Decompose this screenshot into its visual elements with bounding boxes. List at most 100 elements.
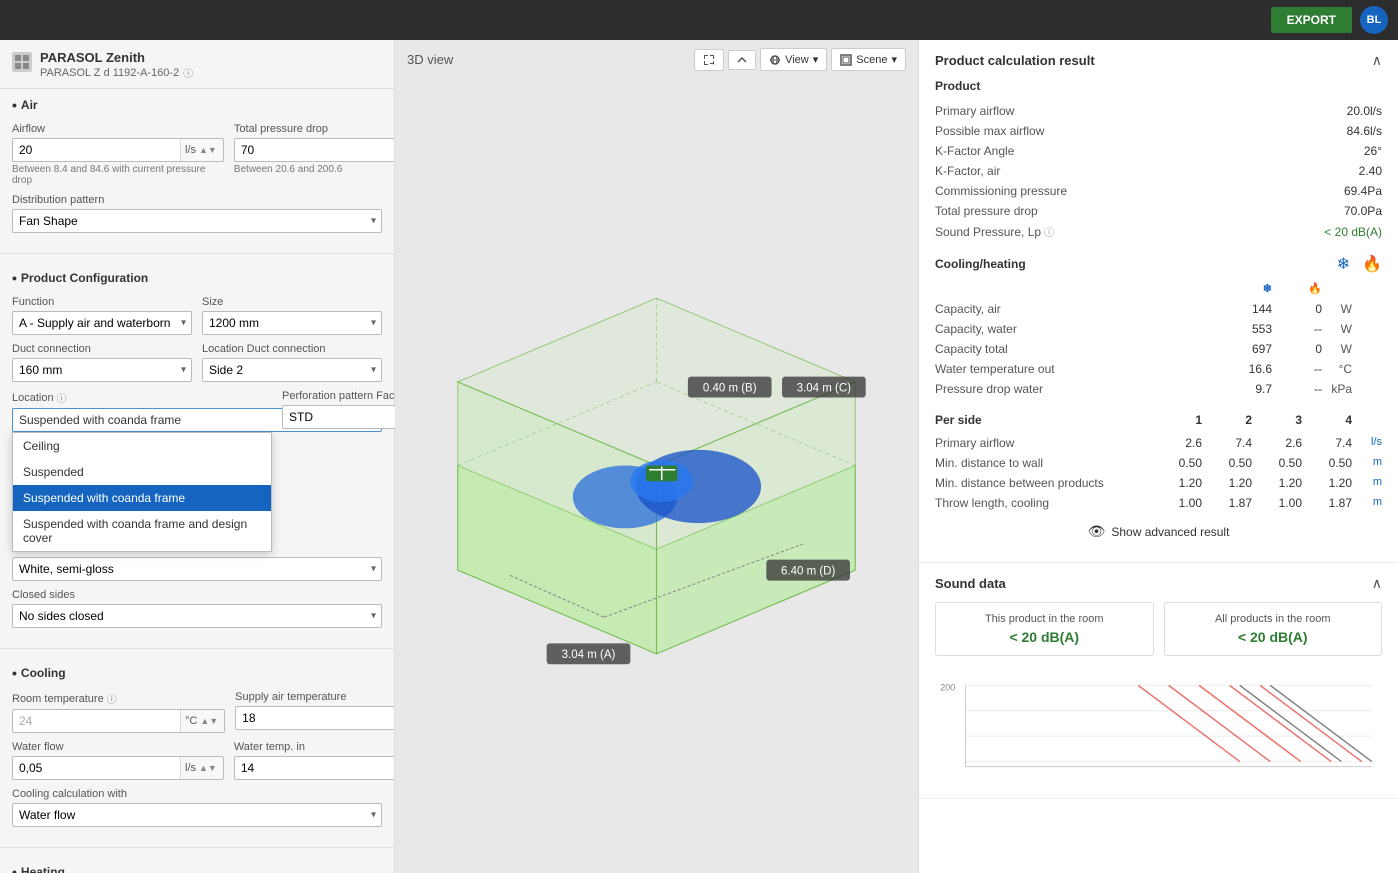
duct-select[interactable]: 160 mm xyxy=(12,358,192,382)
airflow-spinner[interactable]: ▲▼ xyxy=(197,143,219,157)
config-section-header[interactable]: • Product Configuration xyxy=(12,270,382,286)
per-side-col4: 4 xyxy=(1302,413,1352,427)
pressure-input[interactable]: 70 Pa ▲▼ xyxy=(234,138,395,162)
collapse-3d-button[interactable] xyxy=(728,50,756,70)
location-option-suspended-coanda-design[interactable]: Suspended with coanda frame and design c… xyxy=(13,511,271,551)
user-avatar[interactable]: BL xyxy=(1360,6,1388,34)
sound-collapse-button[interactable]: ∧ xyxy=(1372,575,1382,592)
heating-section-header[interactable]: • Heating xyxy=(12,864,382,873)
water-flow-field[interactable]: 0,05 xyxy=(13,757,180,779)
ps-min-products-unit[interactable]: m xyxy=(1352,476,1382,490)
sound-pressure-value: < 20 dB(A) xyxy=(1322,225,1382,239)
ps-min-products-3: 1.20 xyxy=(1252,476,1302,490)
expand-button[interactable] xyxy=(694,49,724,71)
cooling-room-temp-group: Room temperature ⓘ 24 °C ▲▼ xyxy=(12,691,225,733)
pressure-field[interactable]: 70 xyxy=(235,139,395,161)
airflow-field[interactable]: 20 xyxy=(13,139,180,161)
view-dropdown-button[interactable]: View ▾ xyxy=(760,48,827,71)
water-flow-group: Water flow 0,05 l/s ▲▼ xyxy=(12,741,224,780)
water-temp-out-label: Water temperature out xyxy=(935,362,1222,376)
scene-dropdown-button[interactable]: Scene ▾ xyxy=(831,48,906,71)
sound-pressure-info-icon[interactable]: ⓘ xyxy=(1044,224,1054,239)
air-section-header[interactable]: • Air xyxy=(12,97,382,113)
cooling-supply-temp-input[interactable]: 18 °C ▲▼ xyxy=(235,706,395,730)
pressure-drop-water-label: Pressure drop water xyxy=(935,382,1222,396)
ps-throw-4: 1.87 xyxy=(1302,496,1352,510)
sound-data-section: Sound data ∧ This product in the room < … xyxy=(919,563,1398,799)
ps-row-throw: Throw length, cooling 1.00 1.87 1.00 1.8… xyxy=(935,493,1382,513)
distribution-select[interactable]: Fan Shape xyxy=(12,209,382,233)
capacity-air-label: Capacity, air xyxy=(935,302,1222,316)
size-label: Size xyxy=(202,296,382,308)
water-flow-spinner[interactable]: ▲▼ xyxy=(197,761,219,775)
3d-view-area[interactable]: 3.04 m (A) 0.40 m (B) 3.04 m (C) 6.40 m … xyxy=(395,79,918,873)
sound-chart-area: 200 xyxy=(935,666,1382,786)
result-row-primary-airflow: Primary airflow 20.0l/s xyxy=(935,101,1382,121)
cooling-supply-temp-field[interactable]: 18 xyxy=(236,707,395,729)
water-temp-in-label: Water temp. in xyxy=(234,741,395,753)
config-row2: Duct connection 160 mm Location Duct con… xyxy=(12,343,382,382)
closed-sides-group: Closed sides No sides closed xyxy=(12,589,382,628)
function-label: Function xyxy=(12,296,192,308)
ch-col-cool: ❄ xyxy=(1222,282,1272,295)
divider-1 xyxy=(0,253,394,254)
closed-sides-select[interactable]: No sides closed xyxy=(12,604,382,628)
cooling-bullet: • xyxy=(12,665,17,681)
function-select-wrapper: A - Supply air and waterborne xyxy=(12,311,192,335)
capacity-water-cool: 553 xyxy=(1222,322,1272,336)
result-row-kfactor-air: K-Factor, air 2.40 xyxy=(935,161,1382,181)
ps-airflow-3: 2.6 xyxy=(1252,436,1302,450)
location-duct-select[interactable]: Side 2 xyxy=(202,358,382,382)
water-flow-input[interactable]: 0,05 l/s ▲▼ xyxy=(12,756,224,780)
cooling-supply-temp-group: Supply air temperature 18 °C ▲▼ xyxy=(235,691,395,733)
size-select[interactable]: 1200 mm xyxy=(202,311,382,335)
pressure-group: Total pressure drop 70 Pa ▲▼ Between 20.… xyxy=(234,123,395,186)
calc-with-group: Cooling calculation with Water flow xyxy=(12,788,382,827)
product-info-icon[interactable]: ⓘ xyxy=(183,65,193,80)
export-button[interactable]: EXPORT xyxy=(1271,7,1352,33)
calc-with-select[interactable]: Water flow xyxy=(12,803,382,827)
cooling-room-spinner[interactable]: ▲▼ xyxy=(198,714,220,728)
function-select[interactable]: A - Supply air and waterborne xyxy=(12,311,192,335)
cooling-room-temp-field[interactable]: 24 xyxy=(13,710,180,732)
ps-throw-unit[interactable]: m xyxy=(1352,496,1382,510)
view-icon xyxy=(769,54,781,66)
ps-airflow-unit[interactable]: l/s xyxy=(1352,436,1382,450)
kfactor-angle-value: 26° xyxy=(1322,144,1382,158)
location-option-suspended-coanda[interactable]: Suspended with coanda frame xyxy=(13,485,271,511)
cooling-room-temp-input[interactable]: 24 °C ▲▼ xyxy=(12,709,225,733)
size-group: Size 1200 mm xyxy=(202,296,382,335)
scene-icon xyxy=(840,54,852,66)
cooling-room-info-icon[interactable]: ⓘ xyxy=(107,691,117,706)
water-temp-in-input[interactable]: 14 °C ▲▼ xyxy=(234,756,395,780)
ps-min-wall-unit[interactable]: m xyxy=(1352,456,1382,470)
duct-group: Duct connection 160 mm xyxy=(12,343,192,382)
cooling-supply-temp-label: Supply air temperature xyxy=(235,691,395,703)
color-select[interactable]: White, semi-gloss xyxy=(12,557,382,581)
result-section-title: Product calculation result xyxy=(935,53,1095,68)
kfactor-air-label: K-Factor, air xyxy=(935,164,1322,178)
location-option-suspended[interactable]: Suspended xyxy=(13,459,271,485)
sound-box-this-product: This product in the room < 20 dB(A) xyxy=(935,602,1154,656)
ch-row-capacity-air: Capacity, air 144 0 W xyxy=(935,299,1382,319)
show-advanced-button[interactable]: 👁 Show advanced result xyxy=(935,513,1382,550)
duct-label: Duct connection xyxy=(12,343,192,355)
result-collapse-button[interactable]: ∧ xyxy=(1372,52,1382,69)
calc-with-select-wrapper: Water flow xyxy=(12,803,382,827)
cooling-title: Cooling xyxy=(21,666,66,680)
ch-icons: ❄ 🔥 xyxy=(1337,254,1382,274)
location-option-ceiling[interactable]: Ceiling xyxy=(13,433,271,459)
location-info-icon[interactable]: ⓘ xyxy=(57,390,67,405)
water-temp-in-field[interactable]: 14 xyxy=(235,757,395,779)
product-header: PARASOL Zenith PARASOL Z d 1192-A-160-2 … xyxy=(0,40,394,89)
view-controls: View ▾ Scene ▾ xyxy=(694,48,906,71)
pressure-drop-water-cool: 9.7 xyxy=(1222,382,1272,396)
cooling-section-header[interactable]: • Cooling xyxy=(12,665,382,681)
product-subtitle: PARASOL Z d 1192-A-160-2 ⓘ xyxy=(40,65,193,80)
right-panel: Product calculation result ∧ Product Pri… xyxy=(918,40,1398,873)
air-bullet: • xyxy=(12,97,17,113)
product-subsection-title: Product xyxy=(935,79,1382,93)
airflow-input[interactable]: 20 l/s ▲▼ xyxy=(12,138,224,162)
ch-row-pressure-drop-water: Pressure drop water 9.7 -- kPa xyxy=(935,379,1382,399)
perforation-select[interactable]: STD xyxy=(282,405,395,429)
